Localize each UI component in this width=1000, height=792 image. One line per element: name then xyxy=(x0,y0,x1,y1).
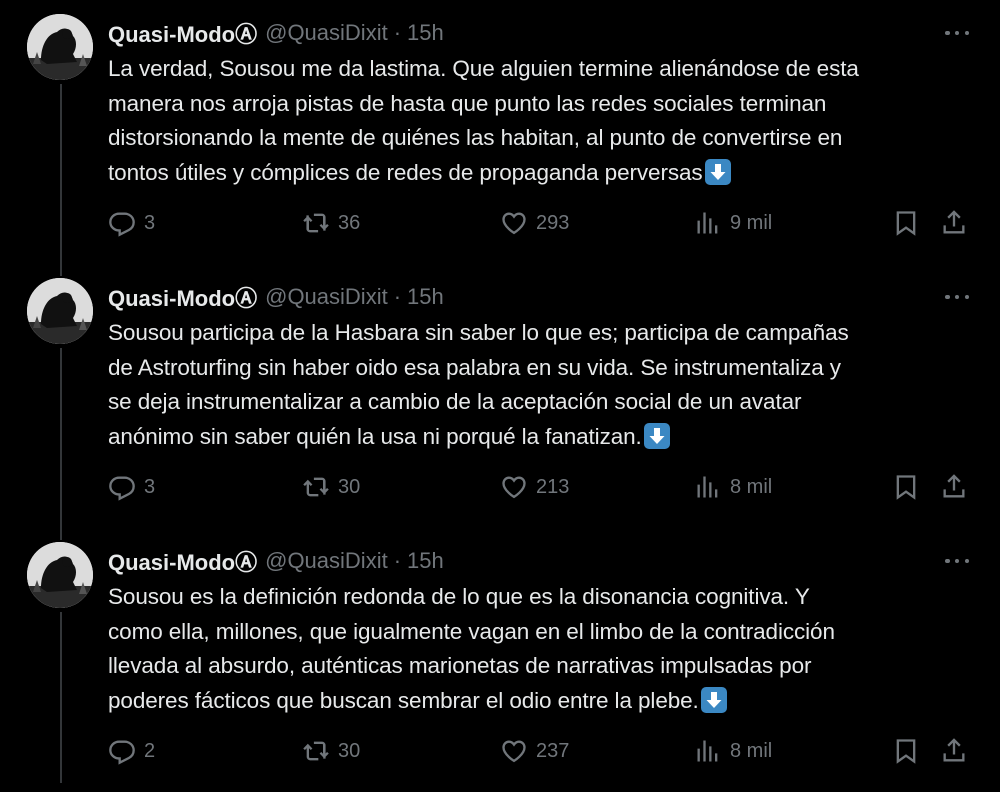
views-chart-icon xyxy=(697,212,718,234)
down-arrow-emoji-icon xyxy=(643,422,670,449)
reply-icon xyxy=(109,212,135,237)
retweet-button[interactable]: 30 xyxy=(302,734,360,768)
tweet-text: Sousou es la definición redonda de lo qu… xyxy=(108,580,978,718)
reply-count: 3 xyxy=(144,475,156,498)
bookmark-button[interactable] xyxy=(892,206,920,240)
like-button[interactable]: 237 xyxy=(500,734,569,768)
retweet-icon xyxy=(302,209,329,237)
separator-dot: · xyxy=(393,20,402,45)
share-button[interactable] xyxy=(940,206,968,240)
share-button[interactable] xyxy=(940,470,968,504)
retweet-icon xyxy=(303,477,329,497)
retweet-count: 36 xyxy=(338,211,361,234)
avatar-image xyxy=(27,542,93,608)
author-handle[interactable]: @QuasiDixit xyxy=(265,20,388,46)
author-handle[interactable]: @QuasiDixit xyxy=(265,548,388,574)
tweet-text-line: de Astroturfing sin haber oido esa palab… xyxy=(108,354,841,380)
tweet-text: La verdad, Sousou me da lastima. Que alg… xyxy=(108,52,978,190)
like-button[interactable]: 213 xyxy=(500,470,569,504)
retweet-button[interactable]: 36 xyxy=(302,206,360,240)
heart-icon xyxy=(502,476,526,499)
separator-dot: · xyxy=(393,284,402,309)
views-chart-icon xyxy=(697,740,718,762)
views-count: 8 mil xyxy=(730,475,773,498)
like-count: 237 xyxy=(536,739,570,762)
views-count: 8 mil xyxy=(730,739,773,762)
tweet-header: Quasi-ModoⒶ @QuasiDixit · 15h xyxy=(108,18,444,48)
tweet-text-last-segment: poderes fácticos que buscan sembrar el o… xyxy=(108,687,699,713)
tweet-text-line: La verdad, Sousou me da lastima. Que alg… xyxy=(108,56,859,81)
reply-icon xyxy=(109,740,135,765)
share-icon xyxy=(943,738,965,762)
author-name[interactable]: Quasi-ModoⒶ xyxy=(108,545,257,577)
tweet-text-line: llevada al absurdo, auténticas marioneta… xyxy=(108,653,812,678)
tweet-actions: 2 30 237 8 mil xyxy=(108,734,978,768)
bookmark-icon xyxy=(896,475,916,500)
reply-count: 3 xyxy=(144,211,156,234)
tweet-text-line: se deja instrumentalizar a cambio de la … xyxy=(108,389,802,414)
like-count: 213 xyxy=(536,475,570,498)
more-options-icon[interactable] xyxy=(942,22,972,44)
like-button[interactable]: 293 xyxy=(500,206,569,240)
retweet-count: 30 xyxy=(338,739,361,762)
tweet[interactable]: Quasi-ModoⒶ @QuasiDixit · 15h Sousou es … xyxy=(0,528,1000,792)
retweet-icon xyxy=(303,741,329,761)
like-count: 293 xyxy=(536,211,570,234)
bookmark-icon xyxy=(896,211,916,236)
views-button[interactable]: 8 mil xyxy=(694,734,772,768)
tweet-text-line: manera nos arroja pistas de hasta que pu… xyxy=(108,90,827,116)
tweet-text-line-last: anónimo sin saber quién la usa ni porqué… xyxy=(108,420,978,455)
avatar-image xyxy=(27,14,93,80)
reply-button[interactable]: 3 xyxy=(108,206,155,240)
views-chart-icon xyxy=(697,476,718,498)
tweet-text-line: distorsionando la mente de quiénes las h… xyxy=(108,125,843,150)
tweet[interactable]: Quasi-ModoⒶ @QuasiDixit · 15h La verdad,… xyxy=(0,0,1000,264)
timestamp[interactable]: 15h xyxy=(407,548,444,574)
share-icon xyxy=(943,210,965,234)
avatar[interactable] xyxy=(27,542,93,608)
tweet-actions: 3 30 213 8 mil xyxy=(108,470,978,504)
down-arrow-emoji-icon xyxy=(700,686,727,713)
tweet-header: Quasi-ModoⒶ @QuasiDixit · 15h xyxy=(108,282,444,312)
retweet-button[interactable]: 30 xyxy=(302,470,360,504)
avatar[interactable] xyxy=(27,278,93,344)
author-handle[interactable]: @QuasiDixit xyxy=(265,284,388,310)
tweet-actions: 3 36 293 9 mil xyxy=(108,206,978,240)
share-button[interactable] xyxy=(940,734,968,768)
heart-icon xyxy=(502,212,526,235)
views-button[interactable]: 8 mil xyxy=(694,470,772,504)
reply-button[interactable]: 2 xyxy=(108,734,155,768)
down-arrow-emoji-icon xyxy=(704,158,731,185)
tweet-text-last-segment: anónimo sin saber quién la usa ni porqué… xyxy=(108,423,642,449)
reply-button[interactable]: 3 xyxy=(108,470,155,504)
tweet-text-line: como ella, millones, que igualmente vaga… xyxy=(108,618,835,644)
more-options-icon[interactable] xyxy=(942,286,972,308)
tweet-text: Sousou participa de la Hasbara sin saber… xyxy=(108,316,978,454)
tweet[interactable]: Quasi-ModoⒶ @QuasiDixit · 15h Sousou par… xyxy=(0,264,1000,528)
tweet-text-line-last: poderes fácticos que buscan sembrar el o… xyxy=(108,684,978,719)
separator-dot: · xyxy=(393,548,402,573)
heart-icon xyxy=(502,740,526,763)
reply-count: 2 xyxy=(144,739,156,762)
views-button[interactable]: 9 mil xyxy=(694,206,772,240)
author-name[interactable]: Quasi-ModoⒶ xyxy=(108,281,257,313)
tweet-text-line: Sousou es la definición redonda de lo qu… xyxy=(108,584,810,609)
reply-icon xyxy=(109,476,135,501)
bookmark-button[interactable] xyxy=(892,470,920,504)
avatar[interactable] xyxy=(27,14,93,80)
timestamp[interactable]: 15h xyxy=(407,20,444,46)
timestamp[interactable]: 15h xyxy=(407,284,444,310)
views-count: 9 mil xyxy=(730,211,773,234)
avatar-image xyxy=(27,278,93,344)
tweet-header: Quasi-ModoⒶ @QuasiDixit · 15h xyxy=(108,546,444,576)
retweet-count: 30 xyxy=(338,475,361,498)
tweet-text-line-last: tontos útiles y cómplices de redes de pr… xyxy=(108,156,978,191)
more-options-icon[interactable] xyxy=(942,550,972,572)
author-name[interactable]: Quasi-ModoⒶ xyxy=(108,17,257,49)
bookmark-icon xyxy=(896,739,916,764)
tweet-text-line: Sousou participa de la Hasbara sin saber… xyxy=(108,320,849,345)
bookmark-button[interactable] xyxy=(892,734,920,768)
tweet-text-last-segment: tontos útiles y cómplices de redes de pr… xyxy=(108,159,703,185)
share-icon xyxy=(943,474,965,498)
